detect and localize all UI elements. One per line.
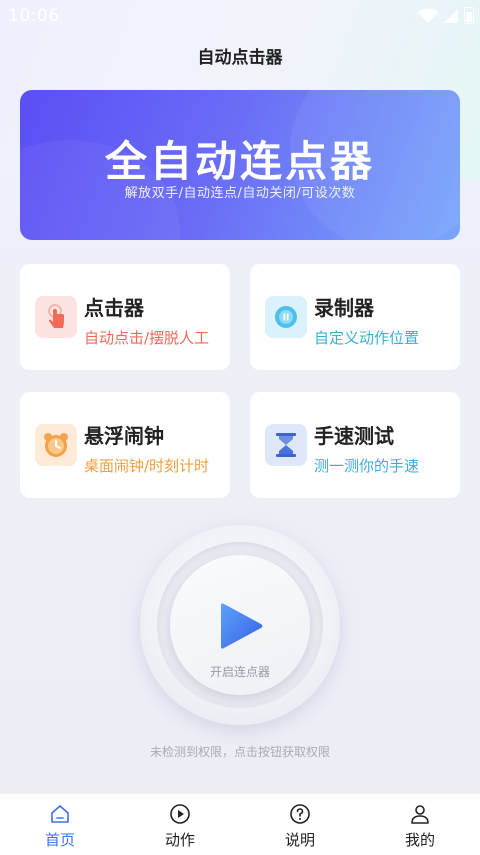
- tab-actions[interactable]: 动作: [120, 794, 240, 855]
- alarm-clock-icon: [35, 424, 77, 466]
- feature-title: 悬浮闹钟: [84, 424, 164, 448]
- permission-hint[interactable]: 未检测到权限，点击按钮获取权限: [0, 743, 480, 760]
- wifi-icon: [418, 8, 438, 23]
- tab-help[interactable]: 说明: [240, 794, 360, 855]
- tab-home[interactable]: 首页: [0, 794, 120, 855]
- battery-icon: [464, 7, 474, 24]
- feature-title: 手速测试: [314, 424, 394, 448]
- feature-subtitle: 自动点击/摆脱人工: [84, 329, 210, 347]
- tab-label: 说明: [284, 831, 315, 849]
- promo-banner[interactable]: 全自动连点器 解放双手/自动连点/自动关闭/可设次数: [20, 90, 460, 240]
- bottom-tab-bar: 首页 动作 说明 我的: [0, 793, 480, 855]
- start-button-label: 开启连点器: [209, 665, 270, 679]
- play-circle-icon: [170, 804, 190, 824]
- page-title: 自动点击器: [197, 48, 283, 68]
- record-icon: [265, 296, 307, 338]
- feature-card-alarm[interactable]: 悬浮闹钟 桌面闹钟/时刻计时: [20, 392, 230, 498]
- banner-subtitle: 解放双手/自动连点/自动关闭/可设次数: [124, 186, 356, 201]
- feature-title: 录制器: [314, 296, 374, 320]
- home-icon: [51, 805, 69, 823]
- status-time: 10:06: [8, 6, 60, 26]
- tab-me[interactable]: 我的: [360, 794, 480, 855]
- hourglass-icon: [265, 424, 307, 466]
- feature-subtitle: 桌面闹钟/时刻计时: [84, 457, 210, 475]
- tab-label: 动作: [164, 831, 195, 849]
- feature-subtitle: 自定义动作位置: [314, 329, 420, 347]
- tap-hand-icon: [35, 296, 77, 338]
- play-icon: [221, 603, 263, 649]
- feature-subtitle: 测一测你的手速: [314, 457, 420, 475]
- tab-label: 首页: [44, 831, 75, 849]
- feature-title: 点击器: [84, 296, 144, 320]
- feature-card-speedtest[interactable]: 手速测试 测一测你的手速: [250, 392, 460, 498]
- help-icon: [290, 804, 310, 824]
- status-bar: 10:06: [0, 0, 480, 32]
- feature-card-clicker[interactable]: 点击器 自动点击/摆脱人工: [20, 264, 230, 370]
- feature-card-recorder[interactable]: 录制器 自定义动作位置: [250, 264, 460, 370]
- signal-icon: [444, 8, 458, 23]
- tab-label: 我的: [404, 831, 435, 849]
- user-icon: [411, 805, 429, 824]
- status-icons: [418, 7, 474, 24]
- banner-title: 全自动连点器: [104, 137, 375, 186]
